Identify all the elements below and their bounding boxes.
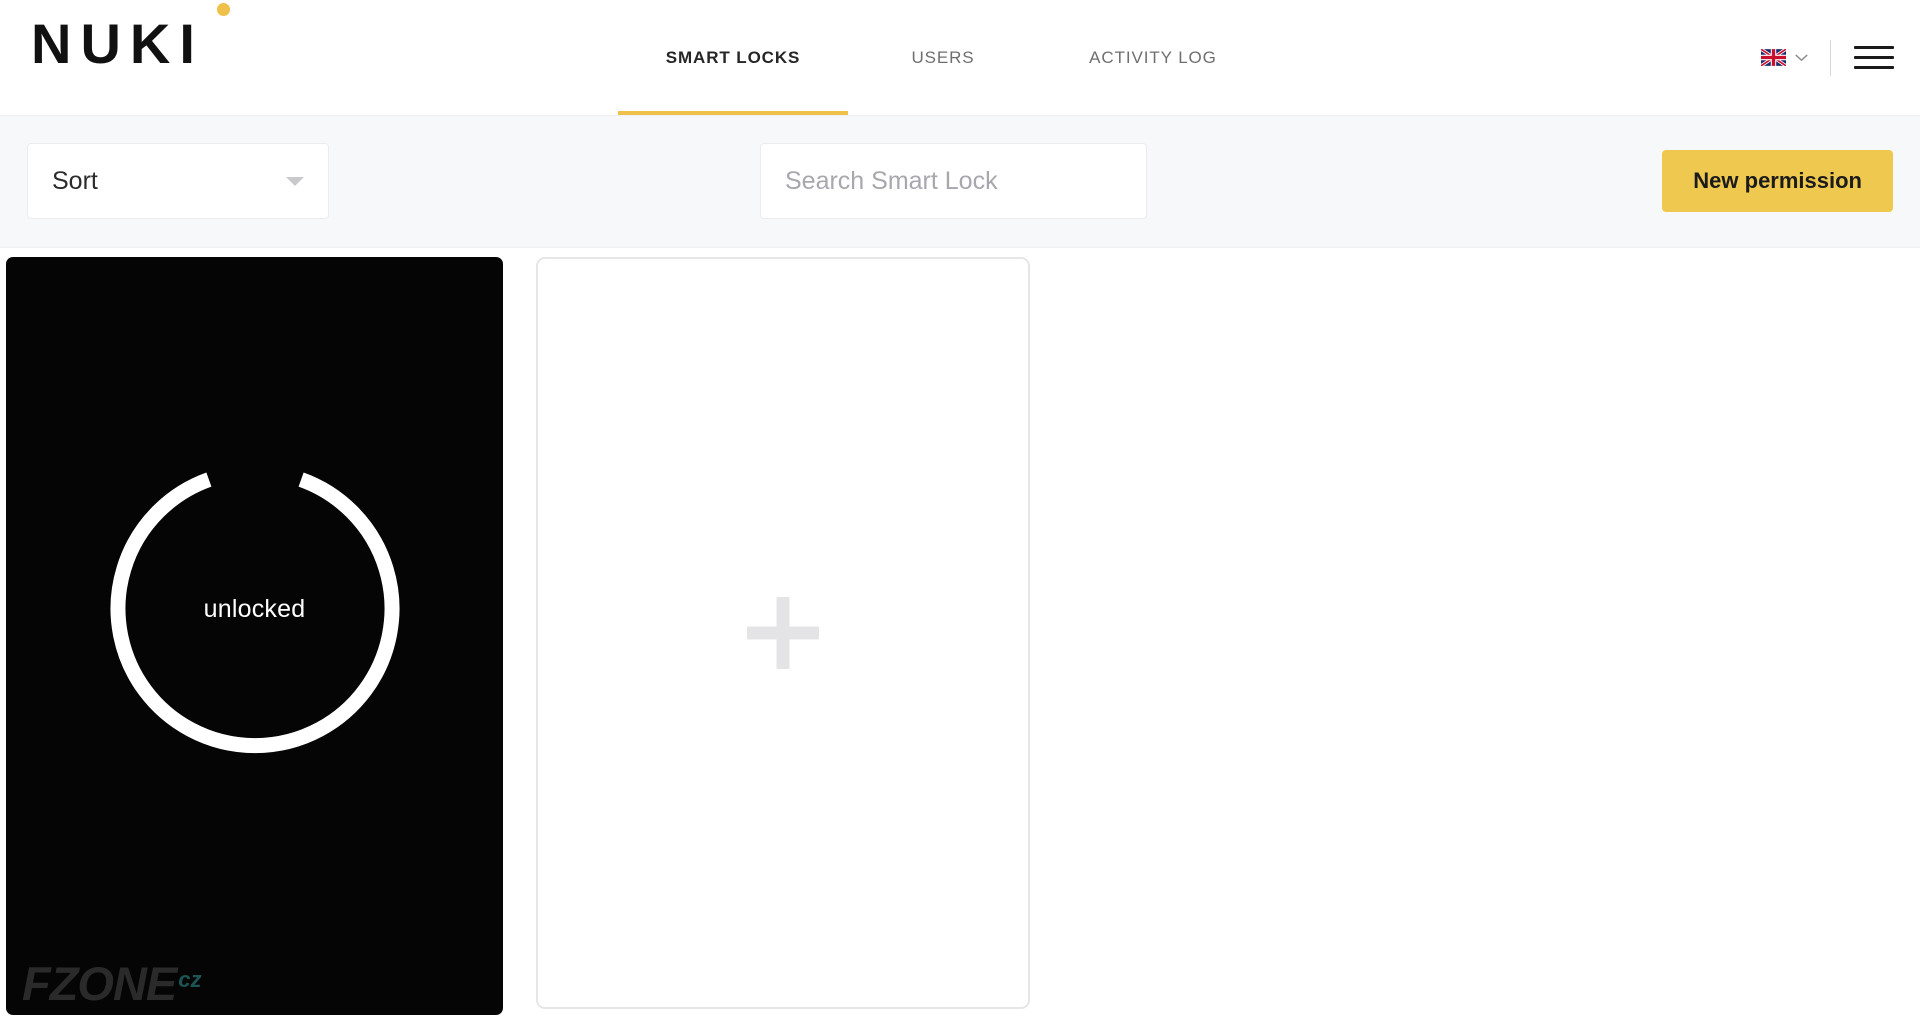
watermark-sub-text: cz — [178, 967, 202, 992]
fzone-watermark: FZONE cz — [22, 957, 202, 1011]
lock-state-label: unlocked — [203, 595, 306, 623]
hamburger-bar — [1854, 66, 1894, 69]
toolbar: Sort New permission — [0, 115, 1920, 299]
add-smart-lock-card[interactable] — [536, 257, 1030, 1009]
language-selector[interactable] — [1761, 49, 1830, 66]
new-permission-button[interactable]: New permission — [1662, 150, 1893, 212]
header-divider — [1830, 39, 1831, 76]
watermark-main-text: FZONE — [22, 957, 177, 1011]
nav-item-activity-log[interactable]: ACTIVITY LOG — [1038, 0, 1268, 115]
caret-down-icon — [286, 176, 304, 186]
smart-lock-grid: unlocked Doma FZONE cz — [0, 248, 1920, 1015]
header-actions — [1761, 0, 1894, 115]
hamburger-bar — [1854, 56, 1894, 59]
main-navigation: SMART LOCKS USERS ACTIVITY LOG — [0, 0, 1920, 115]
plus-icon — [747, 597, 819, 669]
nav-item-smart-locks-label: SMART LOCKS — [665, 47, 801, 67]
nav-item-users-label: USERS — [911, 47, 975, 67]
smart-lock-card-doma[interactable]: unlocked Doma FZONE cz — [6, 257, 503, 1015]
nav-item-smart-locks[interactable]: SMART LOCKS — [618, 0, 848, 115]
app-header: NUKI SMART LOCKS USERS ACTIVITY LOG — [0, 0, 1920, 115]
uk-flag-icon — [1761, 49, 1786, 66]
sort-dropdown[interactable]: Sort — [27, 143, 329, 219]
nav-item-users[interactable]: USERS — [848, 0, 1038, 115]
chevron-down-icon — [1795, 54, 1808, 61]
hamburger-bar — [1854, 46, 1894, 49]
sort-dropdown-label: Sort — [52, 166, 98, 195]
hamburger-menu-icon[interactable] — [1854, 43, 1894, 73]
search-input[interactable] — [785, 166, 1122, 196]
nav-item-activity-log-label: ACTIVITY LOG — [1089, 47, 1217, 67]
search-smart-lock-box[interactable] — [760, 143, 1147, 219]
